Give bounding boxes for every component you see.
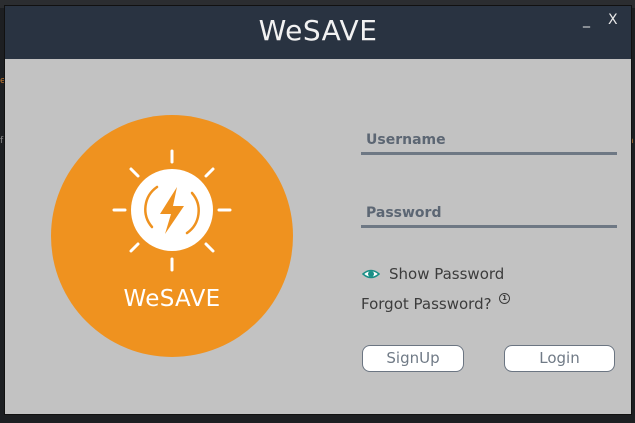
- login-window: WeSAVE _ X WeSAVE Username Show Password…: [5, 6, 631, 414]
- password-field[interactable]: [361, 201, 617, 228]
- show-password-label[interactable]: Show Password: [389, 265, 504, 283]
- username-field[interactable]: [361, 128, 617, 155]
- password-input[interactable]: [361, 201, 617, 225]
- eye-icon[interactable]: [362, 268, 380, 280]
- sun-lightning-icon: [112, 149, 232, 272]
- signup-button[interactable]: SignUp: [362, 345, 464, 372]
- title-bar[interactable]: WeSAVE _ X: [5, 6, 631, 59]
- app-logo: WeSAVE: [51, 115, 293, 357]
- window-title: WeSAVE: [258, 14, 378, 47]
- minimize-button[interactable]: _: [583, 12, 590, 28]
- background-app-fragment: f: [0, 136, 4, 146]
- logo-wordmark: WeSAVE: [123, 286, 221, 312]
- forgot-password-link[interactable]: Forgot Password?: [361, 295, 492, 313]
- username-input[interactable]: [361, 128, 617, 152]
- close-button[interactable]: X: [608, 12, 618, 28]
- login-button[interactable]: Login: [504, 345, 615, 372]
- info-icon[interactable]: 1: [499, 293, 510, 304]
